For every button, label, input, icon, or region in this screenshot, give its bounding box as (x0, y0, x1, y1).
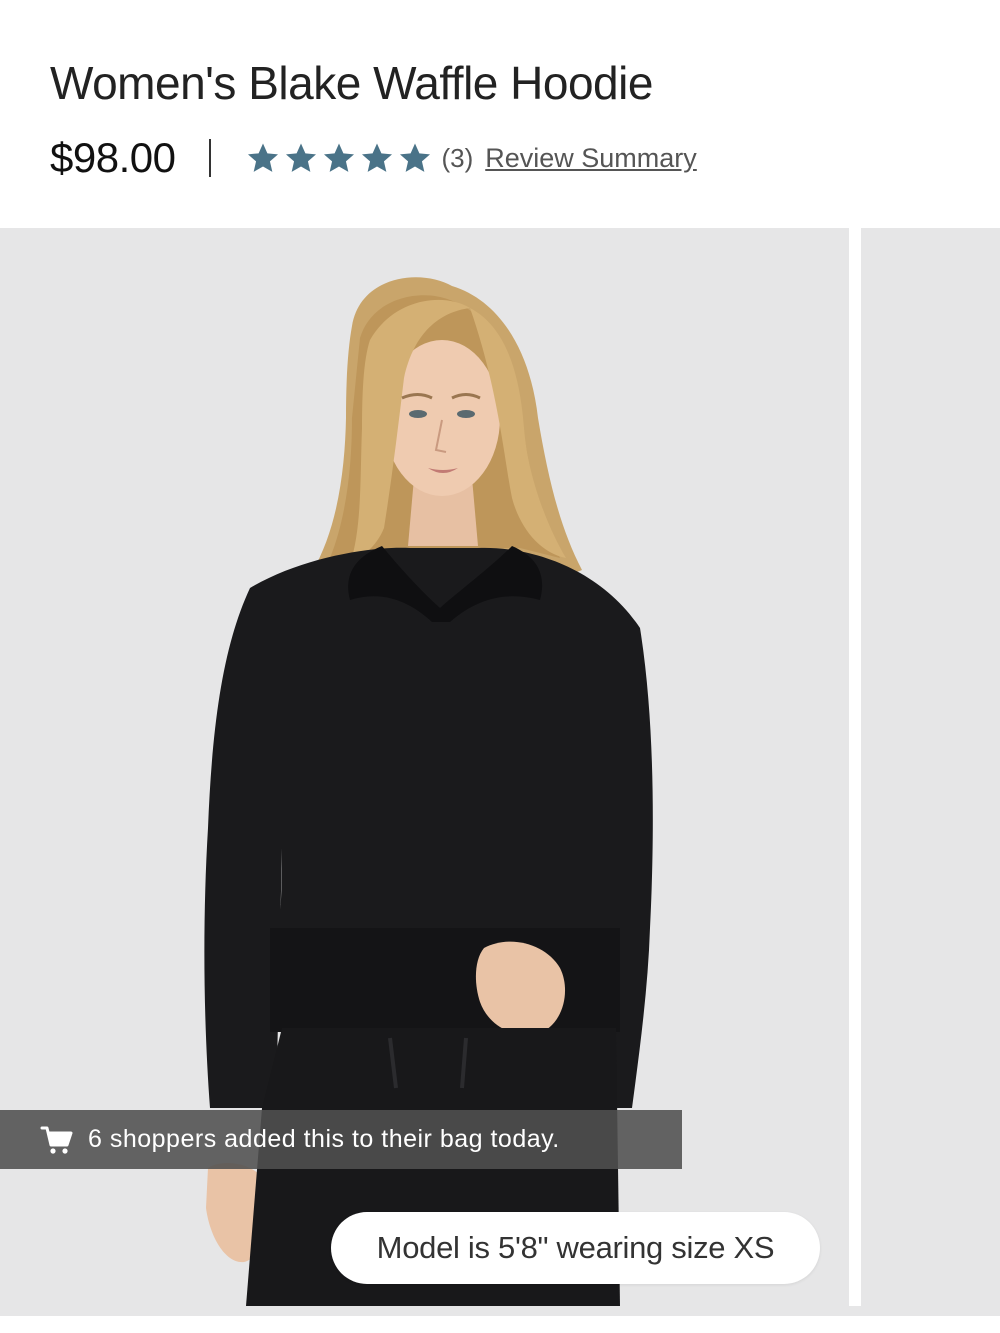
star-icon (324, 143, 355, 172)
price-rating-row: $98.00 (3) Review Summary (50, 132, 697, 184)
star-icon (248, 143, 279, 172)
next-image-slide-peek[interactable] (861, 228, 1000, 1306)
social-proof-text: 6 shoppers added this to their bag today… (88, 1125, 560, 1153)
model-info-text: Model is 5'8" wearing size XS (376, 1230, 775, 1265)
star-icon (362, 143, 393, 172)
cart-icon (40, 1126, 73, 1154)
divider (209, 139, 212, 177)
gallery-bottom-edge (0, 1306, 1000, 1333)
product-image-slide[interactable]: 6 shoppers added this to their bag today… (0, 228, 849, 1306)
scroll-indicator (0, 1306, 1000, 1316)
model-info-badge: Model is 5'8" wearing size XS (331, 1212, 820, 1284)
social-proof-banner: 6 shoppers added this to their bag today… (0, 1110, 682, 1169)
rating-stars[interactable] (245, 141, 433, 175)
star-icon (400, 143, 431, 172)
product-header: Women's Blake Waffle Hoodie $98.00 (3) R… (0, 0, 1000, 228)
product-image-gallery[interactable]: 6 shoppers added this to their bag today… (0, 228, 1000, 1306)
product-price: $98.00 (50, 134, 176, 181)
product-title: Women's Blake Waffle Hoodie (50, 57, 653, 109)
star-icon (286, 143, 317, 172)
review-summary-link[interactable]: Review Summary (485, 143, 697, 174)
review-count[interactable]: (3) (441, 143, 473, 174)
